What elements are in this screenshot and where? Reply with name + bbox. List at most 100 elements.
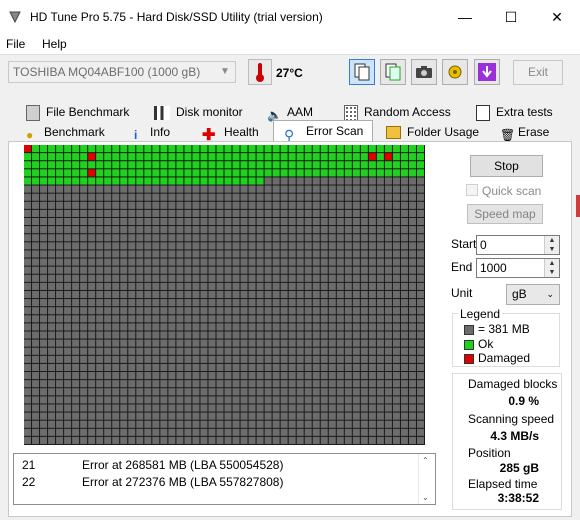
scan-block [384, 331, 392, 339]
save-button[interactable] [474, 59, 500, 85]
scan-block [168, 363, 176, 372]
scan-block [48, 363, 56, 372]
scan-block [312, 396, 320, 404]
scan-block [104, 234, 112, 242]
quick-scan-checkbox[interactable] [466, 184, 478, 196]
menu-help[interactable]: Help [42, 37, 67, 51]
scan-block [64, 169, 72, 177]
scan-block [408, 372, 416, 380]
tab-error-scan[interactable]: ⚲ Error Scan [273, 120, 373, 143]
tab-info[interactable]: i Info [134, 123, 170, 142]
spin-down-icon[interactable]: ▼ [544, 245, 559, 254]
tab-erase[interactable]: 🗑 Erase [500, 123, 549, 142]
scan-block [152, 217, 160, 226]
scan-block [168, 420, 176, 428]
scan-block [128, 242, 136, 250]
scan-block [360, 266, 368, 274]
scan-block [40, 274, 48, 282]
scan-block [40, 258, 48, 266]
scan-block [136, 428, 144, 436]
speed-map-button[interactable]: Speed map [467, 204, 543, 224]
scan-block [320, 380, 328, 388]
scan-block [232, 290, 240, 299]
chevron-down-icon: ⌄ [546, 289, 554, 299]
scan-block [176, 169, 184, 177]
scan-block [200, 161, 208, 169]
scan-block [88, 209, 96, 217]
scan-block [88, 299, 96, 307]
scroll-down-icon[interactable]: ⌄ [422, 493, 429, 502]
drive-select[interactable]: TOSHIBA MQ04ABF100 (1000 gB) ▼ [8, 61, 236, 83]
tab-file-benchmark[interactable]: File Benchmark [26, 103, 129, 122]
tab-folder-usage[interactable]: Folder Usage [386, 123, 479, 142]
tab-extra-tests[interactable]: Extra tests [476, 103, 553, 122]
scan-block [64, 185, 72, 193]
scan-block [216, 323, 224, 331]
options-button[interactable] [442, 59, 468, 85]
copy-info-button[interactable] [349, 59, 375, 85]
spin-down-icon[interactable]: ▼ [544, 268, 559, 277]
scan-block [64, 412, 72, 420]
tab-benchmark[interactable]: ● Benchmark [26, 123, 105, 142]
close-icon[interactable]: ✕ [534, 0, 580, 34]
scan-block [152, 372, 160, 380]
scroll-up-icon[interactable]: ⌃ [422, 456, 429, 465]
scan-block [160, 250, 168, 258]
scan-block [368, 388, 376, 396]
maximize-icon[interactable]: ☐ [488, 0, 534, 34]
scan-block [72, 428, 80, 436]
scan-block [232, 412, 240, 420]
position-label: Position [468, 446, 511, 460]
screenshot-button[interactable] [411, 59, 437, 85]
scan-block [144, 274, 152, 282]
scan-block [288, 323, 296, 331]
scan-block [416, 290, 424, 299]
minimize-icon[interactable]: — [442, 0, 488, 34]
tab-health[interactable]: ✚ Health [202, 123, 259, 144]
scan-block [56, 242, 64, 250]
scan-block [32, 177, 40, 185]
scan-block [144, 258, 152, 266]
scan-block [128, 153, 136, 161]
scan-block [72, 282, 80, 290]
scan-block [176, 161, 184, 169]
start-input[interactable]: 0 ▲ ▼ [476, 235, 560, 255]
scan-block [88, 339, 96, 347]
scan-block [320, 234, 328, 242]
scan-block [128, 436, 136, 444]
exit-button[interactable]: Exit [513, 60, 563, 85]
scan-block [72, 193, 80, 201]
spin-up-icon[interactable]: ▲ [544, 259, 559, 268]
scan-block [248, 242, 256, 250]
scan-block [296, 169, 304, 177]
scan-block [208, 193, 216, 201]
stop-button[interactable]: Stop [470, 155, 543, 177]
scan-block [112, 339, 120, 347]
scan-block [344, 258, 352, 266]
scan-block [256, 396, 264, 404]
scan-block [184, 347, 192, 355]
scan-block [112, 420, 120, 428]
scan-block [400, 299, 408, 307]
scan-block [384, 323, 392, 331]
end-input[interactable]: 1000 ▲ ▼ [476, 258, 560, 278]
unit-select[interactable]: gB ⌄ [506, 284, 560, 305]
scan-block [96, 307, 104, 315]
scan-block [240, 226, 248, 234]
scan-block [88, 331, 96, 339]
menu-file[interactable]: File [6, 37, 25, 51]
scan-block [24, 209, 32, 217]
scan-block [328, 380, 336, 388]
spin-up-icon[interactable]: ▲ [544, 236, 559, 245]
scan-block [112, 161, 120, 169]
scan-block [392, 290, 400, 299]
scan-block [256, 388, 264, 396]
log-scrollbar[interactable]: ⌃ ⌄ [418, 454, 435, 504]
copy-all-button[interactable] [380, 59, 406, 85]
scan-block [160, 355, 168, 363]
scan-block [56, 282, 64, 290]
tab-disk-monitor[interactable]: Disk monitor [154, 103, 243, 122]
scan-block [112, 282, 120, 290]
error-log-list[interactable]: 21 Error at 268581 MB (LBA 550054528) 22 E… [13, 453, 436, 505]
scan-block [232, 201, 240, 209]
